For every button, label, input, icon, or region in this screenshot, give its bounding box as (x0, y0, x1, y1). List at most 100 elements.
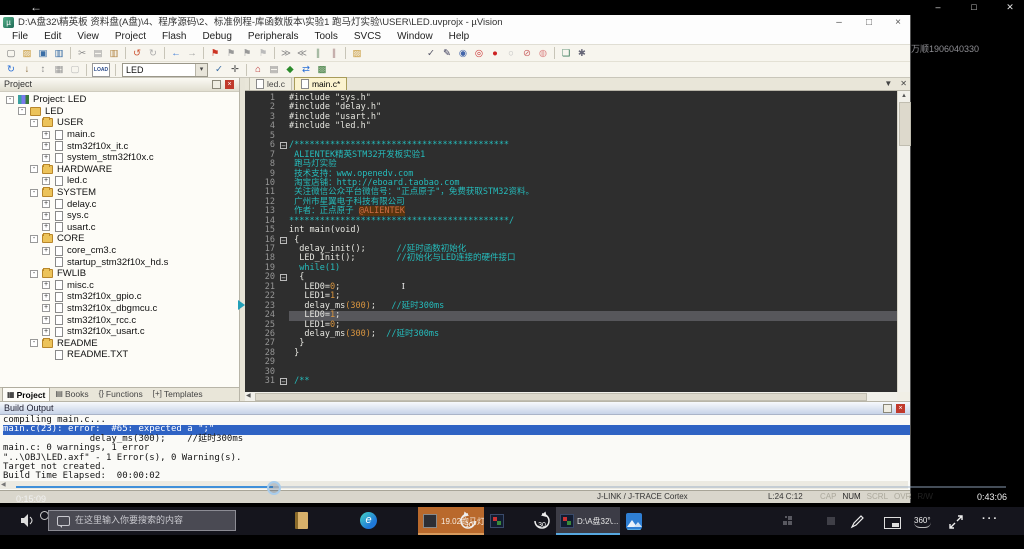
menu-tools[interactable]: Tools (307, 30, 346, 44)
chevron-down-icon[interactable]: ▾ (195, 64, 207, 76)
expand-box-icon[interactable]: + (42, 177, 50, 185)
target-options-check-icon[interactable]: ✓ (212, 63, 226, 76)
tree-item-misc-c[interactable]: +misc.c (0, 280, 239, 292)
volume-icon[interactable] (20, 514, 36, 533)
panel-tab-templates[interactable]: [+]Templates (148, 386, 208, 401)
collapse-box-icon[interactable]: - (30, 165, 38, 173)
nav-forward-icon[interactable]: → (185, 47, 199, 60)
spell-check-icon[interactable]: ✓ (424, 47, 438, 60)
new-file-icon[interactable]: ▢ (4, 47, 18, 60)
panel-tab-project[interactable]: ▦Project (2, 387, 50, 401)
find-in-files-icon[interactable]: ◎ (472, 47, 486, 60)
target-select[interactable]: LED▾ (122, 63, 208, 77)
bookmark-toggle-icon[interactable]: ⚑ (208, 47, 222, 60)
tab-list-dropdown-icon[interactable]: ▼ (884, 79, 892, 88)
breakpoint-enable-icon[interactable]: ○ (504, 47, 518, 60)
scroll-left-icon[interactable]: ◀ (1, 481, 6, 489)
expand-box-icon[interactable]: + (42, 212, 50, 220)
code-line-15[interactable]: 15int main(void) (245, 226, 897, 235)
code-line-26[interactable]: 26 delay_ms(300); //延时300ms (245, 330, 897, 339)
rotate-360-icon[interactable]: 360° (914, 516, 931, 528)
minimize-button[interactable]: – (830, 15, 848, 30)
collapse-box-icon[interactable]: - (30, 119, 38, 127)
expand-box-icon[interactable]: + (42, 247, 50, 255)
code-line-31[interactable]: 31 /** (245, 377, 897, 386)
expand-box-icon[interactable]: + (42, 328, 50, 336)
navigate-icon[interactable]: ◉ (456, 47, 470, 60)
tree-item-led[interactable]: -LED (0, 106, 239, 118)
tree-item-core[interactable]: -CORE (0, 233, 239, 245)
tree-item-system-stm32f10x-c[interactable]: +system_stm32f10x.c (0, 152, 239, 164)
menu-project[interactable]: Project (107, 30, 154, 44)
tree-item-readme-txt[interactable]: README.TXT (0, 349, 239, 361)
editor-vertical-scrollbar[interactable]: ▲ (897, 91, 910, 392)
flash-download-icon[interactable]: LOAD (92, 63, 110, 77)
editor-tab-led-c[interactable]: led.c (249, 77, 292, 90)
build-log-line-5[interactable]: "..\OBJ\LED.axf" - 1 Error(s), 0 Warning… (3, 454, 910, 463)
stop-build-icon[interactable]: ▢ (68, 63, 82, 76)
tree-item-system[interactable]: -SYSTEM (0, 187, 239, 199)
project-window-icon[interactable]: ▨ (350, 47, 364, 60)
close-button[interactable]: × (889, 15, 907, 30)
expand-box-icon[interactable]: + (42, 131, 50, 139)
bookmark-next-icon[interactable]: ⚑ (240, 47, 254, 60)
copy-icon[interactable]: ▤ (91, 47, 105, 60)
tree-item-stm32f10x-usart-c[interactable]: +stm32f10x_usart.c (0, 326, 239, 338)
tree-item-user[interactable]: -USER (0, 117, 239, 129)
redo-icon[interactable]: ↻ (146, 47, 160, 60)
notebook-app-icon[interactable] (295, 512, 308, 529)
code-line-24[interactable]: 24 LED0=1; (245, 311, 897, 320)
code-line-21[interactable]: 21 LED0=0; I (245, 283, 897, 292)
menu-peripherals[interactable]: Peripherals (240, 30, 307, 44)
title-bar[interactable]: µ D:\A盘32\精英板 资料盘(A盘)\4、程序源码\2、标准例程-库函数版… (0, 15, 910, 30)
menu-svcs[interactable]: SVCS (346, 30, 389, 44)
build-icon[interactable]: ↓ (20, 63, 34, 76)
tree-item-main-c[interactable]: +main.c (0, 129, 239, 141)
outdent-icon[interactable]: ≪ (295, 47, 309, 60)
tree-item-hardware[interactable]: -HARDWARE (0, 164, 239, 176)
video-seek-handle[interactable] (267, 481, 281, 495)
manage-rte-icon[interactable]: ◆ (283, 63, 297, 76)
menu-view[interactable]: View (69, 30, 107, 44)
debug-home-icon[interactable]: ⌂ (251, 63, 265, 76)
paste-icon[interactable]: ▥ (107, 47, 121, 60)
vscroll-thumb[interactable] (899, 102, 911, 146)
fold-marker-icon[interactable] (279, 377, 289, 386)
photos-app-icon[interactable] (626, 513, 642, 529)
panel-tab-functions[interactable]: {}Functions (94, 386, 148, 401)
save-icon[interactable]: ▣ (36, 47, 50, 60)
tree-item-delay-c[interactable]: +delay.c (0, 198, 239, 210)
uncomment-icon[interactable]: ∥ (327, 47, 341, 60)
breakpoint-toggle-icon[interactable]: ● (488, 47, 502, 60)
tree-item-usart-c[interactable]: +usart.c (0, 222, 239, 234)
code-line-27[interactable]: 27 } (245, 339, 897, 348)
video-close-button[interactable]: ✕ (1004, 0, 1016, 14)
code-line-30[interactable]: 30 (245, 368, 897, 377)
windows-tray-icon[interactable] (783, 516, 787, 520)
close-panel-icon[interactable]: × (896, 404, 905, 413)
cut-icon[interactable]: ✂ (75, 47, 89, 60)
code-line-4[interactable]: 4#include "led.h" (245, 122, 897, 131)
splitter-collapse-icon[interactable] (238, 300, 245, 310)
indent-icon[interactable]: ≫ (279, 47, 293, 60)
tree-item-stm32f10x-dbgmcu-c[interactable]: +stm32f10x_dbgmcu.c (0, 303, 239, 315)
menu-help[interactable]: Help (441, 30, 478, 44)
window-layout-icon[interactable]: ❏ (559, 47, 573, 60)
tree-item-core-cm3-c[interactable]: +core_cm3.c (0, 245, 239, 257)
save-all-icon[interactable]: ▥ (52, 47, 66, 60)
mini-player-icon[interactable] (884, 517, 901, 529)
tray-icon[interactable] (827, 517, 835, 525)
code-line-28[interactable]: 28 } (245, 349, 897, 358)
rebuild-icon[interactable]: ↕ (36, 63, 50, 76)
video-maximize-button[interactable]: □ (968, 0, 980, 14)
tree-item-stm32f10x-rcc-c[interactable]: +stm32f10x_rcc.c (0, 314, 239, 326)
options-hammer-icon[interactable]: ✛ (228, 63, 242, 76)
edit-pencil-icon[interactable] (850, 514, 865, 534)
swap-icon[interactable]: ⇄ (299, 63, 313, 76)
code-line-23[interactable]: 23 delay_ms(300); //延时300ms (245, 302, 897, 311)
collapse-box-icon[interactable]: - (18, 107, 26, 115)
fullscreen-icon[interactable] (948, 514, 964, 535)
configure-icon[interactable]: ✱ (575, 47, 589, 60)
code-line-29[interactable]: 29 (245, 358, 897, 367)
code-line-7[interactable]: 7 ALIENTEK精英STM32开发板实验1 (245, 151, 897, 160)
